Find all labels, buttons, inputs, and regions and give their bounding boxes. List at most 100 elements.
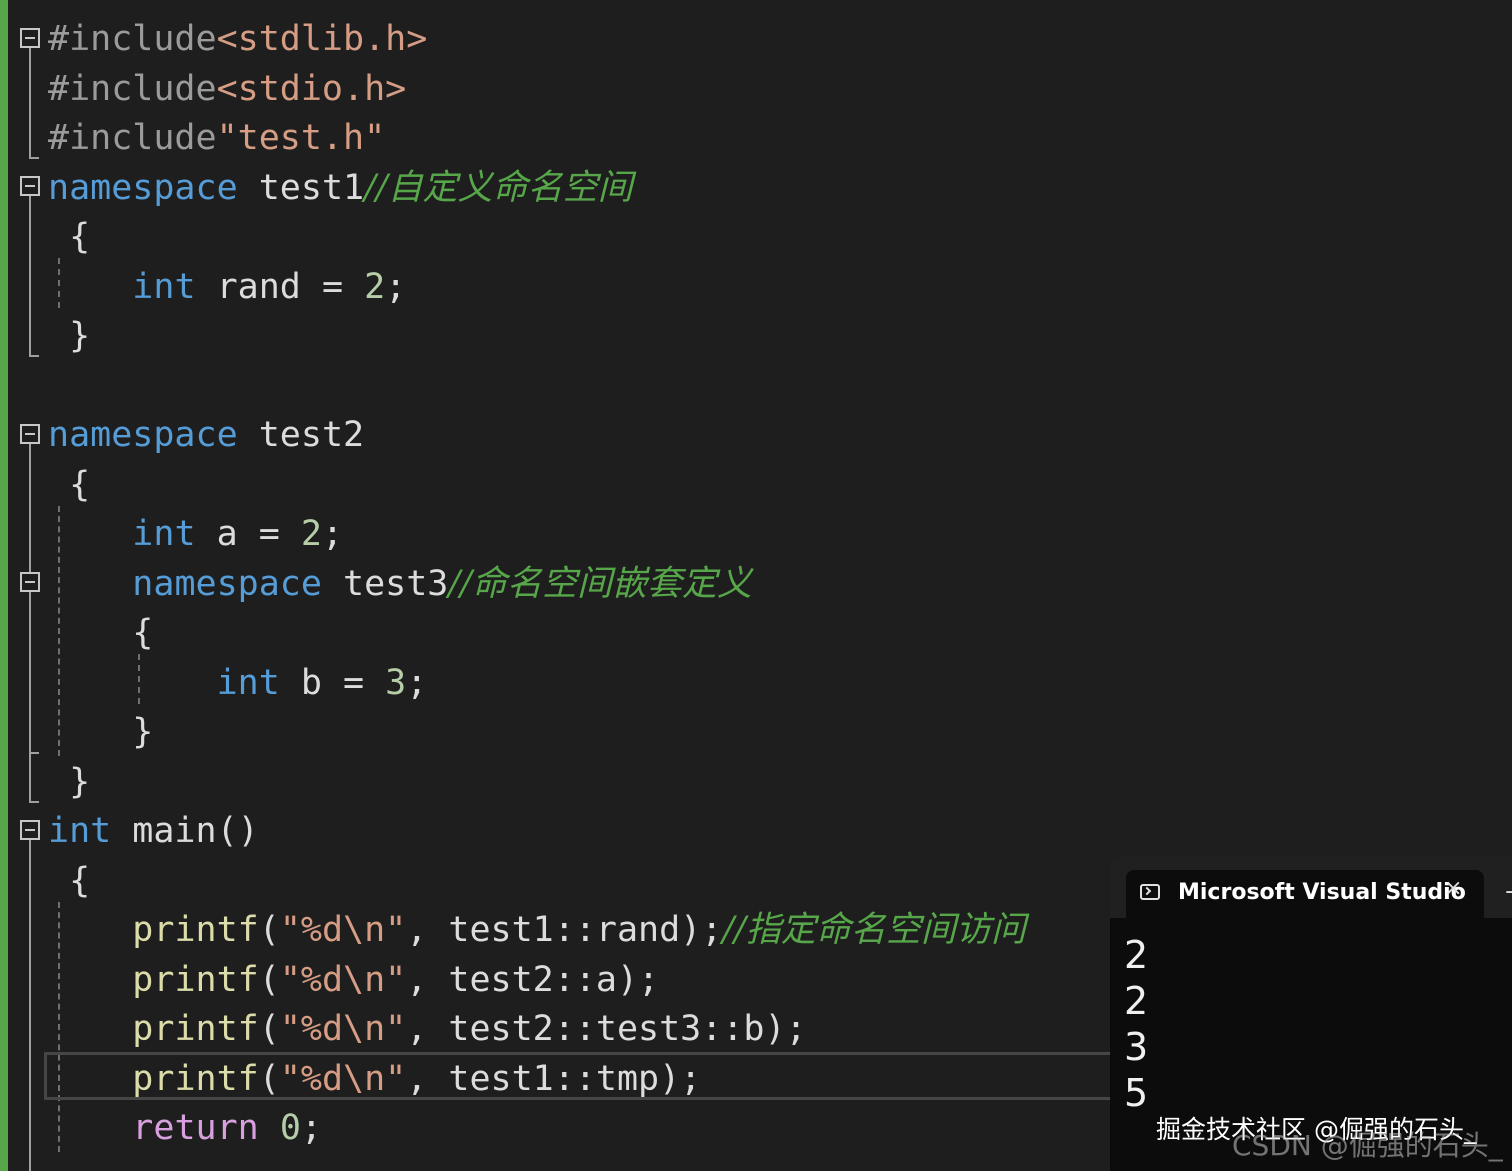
code-line[interactable]: return 0; bbox=[48, 1103, 322, 1153]
code-token: <stdio.h> bbox=[216, 68, 407, 109]
code-token: { bbox=[48, 464, 91, 505]
code-token: //命名空间嵌套定义 bbox=[448, 563, 752, 604]
code-token: ; bbox=[385, 266, 407, 307]
code-token: ; bbox=[321, 514, 344, 554]
code-token: //指定命名空间访问 bbox=[722, 910, 1026, 950]
code-line[interactable]: printf("%d\n", test1::tmp); bbox=[48, 1054, 701, 1104]
code-token: return bbox=[132, 1108, 259, 1148]
code-token: printf bbox=[132, 1058, 259, 1099]
code-line[interactable]: #include<stdio.h> bbox=[48, 64, 406, 114]
code-token: int bbox=[132, 266, 196, 307]
code-token: { bbox=[48, 217, 91, 257]
code-token: int bbox=[48, 811, 112, 851]
fold-line bbox=[29, 48, 31, 158]
code-token: #include bbox=[48, 68, 217, 109]
code-token: } bbox=[48, 316, 91, 356]
code-token: 3 bbox=[385, 662, 407, 703]
close-icon[interactable]: × bbox=[1444, 876, 1462, 901]
code-line[interactable]: { bbox=[48, 608, 153, 658]
code-token: test2 bbox=[237, 415, 365, 455]
code-token: { bbox=[48, 613, 154, 653]
code-token: "%d\n" bbox=[279, 959, 407, 1000]
fold-gutter bbox=[8, 0, 48, 1171]
terminal-icon bbox=[1140, 884, 1160, 900]
code-token: { bbox=[48, 860, 91, 901]
code-line[interactable]: int main() bbox=[48, 806, 259, 856]
fold-line-end bbox=[29, 355, 39, 357]
code-token: int bbox=[216, 662, 280, 703]
code-token: <stdlib.h> bbox=[216, 19, 428, 59]
code-token: , test1::rand); bbox=[406, 910, 723, 950]
collapse-icon[interactable] bbox=[20, 820, 40, 840]
code-token: "%d\n" bbox=[279, 1058, 407, 1099]
code-line[interactable]: { bbox=[48, 212, 90, 262]
change-indicator-bar bbox=[0, 0, 8, 1171]
fold-line-end bbox=[29, 801, 39, 803]
code-token: printf bbox=[132, 910, 259, 950]
code-token: "%d\n" bbox=[279, 910, 407, 950]
code-token: ( bbox=[258, 959, 280, 1000]
code-token: ; bbox=[300, 1108, 322, 1148]
code-line[interactable]: int a = 2; bbox=[48, 509, 343, 559]
code-line[interactable]: namespace test2 bbox=[48, 410, 364, 460]
code-line[interactable]: { bbox=[48, 460, 90, 510]
collapse-icon[interactable] bbox=[20, 424, 40, 444]
code-token: "test.h" bbox=[216, 118, 386, 158]
code-token: 2 bbox=[300, 514, 322, 554]
code-token: #include bbox=[48, 19, 217, 59]
code-line[interactable]: int b = 3; bbox=[48, 658, 428, 708]
code-token: namespace bbox=[48, 415, 238, 455]
code-token: printf bbox=[132, 959, 259, 1000]
code-token: test3 bbox=[321, 563, 449, 604]
fold-line bbox=[29, 752, 31, 802]
output-line: 2 bbox=[1124, 979, 1149, 1023]
code-line[interactable]: { bbox=[48, 856, 90, 906]
code-line[interactable]: } bbox=[48, 311, 90, 361]
code-token: printf bbox=[132, 1009, 259, 1049]
code-token: , test2::test3::b); bbox=[406, 1009, 807, 1049]
code-token: , test2::a); bbox=[406, 959, 660, 1000]
code-token: ( bbox=[258, 1009, 280, 1049]
code-token: #include bbox=[48, 118, 217, 158]
code-line[interactable]: #include<stdlib.h> bbox=[48, 14, 427, 64]
code-line[interactable]: namespace test3//命名空间嵌套定义 bbox=[48, 559, 752, 609]
code-token: namespace bbox=[132, 563, 322, 604]
code-line[interactable]: #include"test.h" bbox=[48, 113, 385, 163]
code-line[interactable]: int rand = 2; bbox=[48, 262, 406, 312]
output-line: 5 bbox=[1124, 1071, 1149, 1115]
code-line[interactable]: } bbox=[48, 757, 90, 807]
code-token: int bbox=[132, 514, 196, 554]
code-token: 0 bbox=[279, 1108, 301, 1148]
fold-line bbox=[29, 196, 31, 356]
code-token: //自定义命名空间 bbox=[364, 167, 633, 208]
collapse-icon[interactable] bbox=[20, 28, 40, 48]
fold-line bbox=[29, 444, 31, 574]
code-line[interactable]: printf("%d\n", test2::a); bbox=[48, 955, 659, 1005]
console-tab[interactable]: Microsoft Visual Studio × bbox=[1126, 870, 1484, 918]
console-title: Microsoft Visual Studio bbox=[1178, 880, 1466, 905]
collapse-icon[interactable] bbox=[20, 572, 40, 592]
console-output: 2 2 3 5 bbox=[1124, 932, 1148, 1116]
code-line[interactable]: } bbox=[48, 707, 153, 757]
code-token: rand = bbox=[195, 266, 365, 307]
collapse-icon[interactable] bbox=[20, 176, 40, 196]
new-tab-icon[interactable]: + bbox=[1504, 880, 1512, 905]
code-line[interactable]: printf("%d\n", test2::test3::b); bbox=[48, 1004, 807, 1054]
code-token: ( bbox=[258, 1058, 280, 1099]
code-token: test1 bbox=[237, 167, 365, 208]
fold-line bbox=[29, 592, 31, 752]
fold-line-end bbox=[29, 157, 39, 159]
csdn-watermark: CSDN @倔强的石头_ bbox=[1232, 1129, 1503, 1162]
code-line[interactable]: printf("%d\n", test1::rand);//指定命名空间访问 bbox=[48, 905, 1026, 955]
code-line[interactable]: namespace test1//自定义命名空间 bbox=[48, 163, 633, 213]
code-token: } bbox=[48, 761, 91, 802]
